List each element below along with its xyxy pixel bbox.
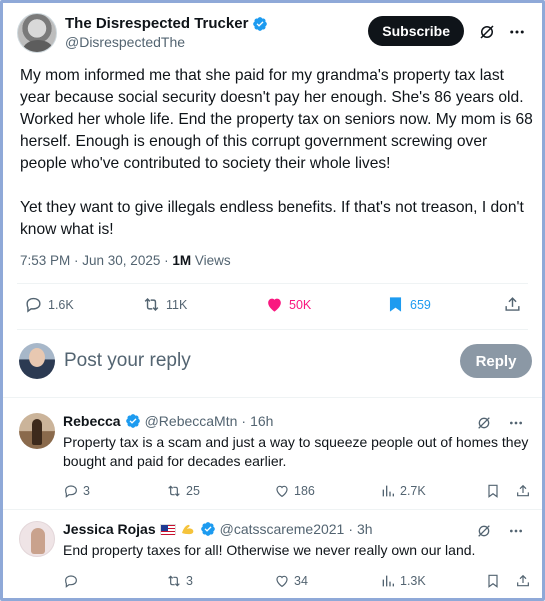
heart-icon	[276, 575, 288, 588]
reply-actions-bar: 3 34 1.3K	[63, 573, 529, 593]
divider	[3, 509, 542, 510]
author-handle[interactable]: @DisrespectedThe	[65, 34, 185, 50]
reply-icon	[65, 575, 77, 588]
subscribe-button[interactable]: Subscribe	[368, 16, 464, 46]
post-header: The Disrespected Trucker @DisrespectedTh…	[17, 13, 532, 53]
reply-actions-bar: 3 25 186 2.7K	[63, 483, 529, 503]
reply-avatar[interactable]	[19, 521, 55, 557]
bookmark-action[interactable]: 659	[386, 295, 431, 314]
share-action[interactable]	[515, 573, 531, 589]
like-action[interactable]: 34	[274, 573, 308, 589]
like-count: 34	[294, 574, 308, 588]
repost-count: 11K	[166, 297, 188, 312]
share-icon	[517, 484, 529, 497]
repost-action[interactable]: 25	[166, 483, 200, 499]
author-display-name[interactable]: The Disrespected Trucker	[65, 15, 248, 32]
reply-time[interactable]: 3h	[357, 521, 373, 537]
repost-action[interactable]: 11K	[142, 295, 187, 314]
divider	[17, 283, 528, 284]
reply-avatar[interactable]	[19, 413, 55, 449]
heart-filled-icon	[268, 298, 281, 312]
views-count: 1M	[172, 253, 192, 268]
separator-dot: ·	[241, 413, 247, 429]
like-action[interactable]: 50K	[265, 295, 311, 314]
share-action[interactable]	[503, 295, 522, 314]
analytics-icon	[382, 575, 394, 587]
reply-header: Jessica Rojas @catsscareme2021 · 3h	[63, 521, 373, 537]
grok-icon[interactable]	[476, 415, 492, 431]
reply-count: 1.6K	[48, 297, 74, 312]
reply-action[interactable]: 3	[63, 483, 90, 499]
repost-icon	[144, 297, 159, 312]
reply-author-name[interactable]: Rebecca	[63, 413, 121, 429]
bookmark-icon	[488, 484, 498, 498]
repost-icon	[168, 575, 180, 587]
divider	[17, 329, 528, 330]
like-action[interactable]: 186	[274, 483, 315, 499]
share-icon	[517, 574, 529, 587]
bookmark-icon	[488, 574, 498, 588]
bookmark-action[interactable]	[485, 483, 501, 499]
reply-action[interactable]: 1.6K	[24, 295, 74, 314]
reply-button[interactable]: Reply	[460, 344, 532, 378]
reply-time[interactable]: 16h	[250, 413, 273, 429]
views-count: 2.7K	[400, 484, 426, 498]
reply-composer: Post your reply Reply	[17, 341, 532, 381]
verified-badge-icon	[200, 522, 215, 536]
post-timestamp[interactable]: 7:53 PM · Jun 30, 2025 ·	[20, 253, 172, 268]
heart-icon	[276, 485, 288, 498]
flexed-biceps-emoji	[181, 524, 193, 535]
author-name-row: The Disrespected Trucker	[65, 15, 268, 32]
author-avatar[interactable]	[17, 13, 57, 53]
repost-action[interactable]: 3	[166, 573, 193, 589]
reply-item[interactable]: Rebecca @RebeccaMtn · 16h Property tax i…	[17, 411, 532, 505]
verified-badge-icon	[253, 16, 268, 31]
bookmark-filled-icon	[389, 297, 402, 312]
grok-icon[interactable]	[476, 523, 492, 539]
post-actions-bar: 1.6K 11K 50K 659	[20, 295, 522, 319]
reply-text: Property tax is a scam and just a way to…	[63, 434, 529, 469]
views-label: Views	[194, 253, 231, 268]
bookmark-count: 659	[410, 297, 431, 312]
reply-author-handle[interactable]: @RebeccaMtn	[145, 413, 238, 429]
repost-icon	[168, 485, 180, 497]
grok-icon[interactable]	[478, 23, 496, 41]
analytics-icon	[382, 485, 394, 497]
reply-header: Rebecca @RebeccaMtn · 16h	[63, 413, 273, 429]
like-count: 50K	[289, 297, 312, 312]
verified-badge-icon	[125, 414, 140, 428]
more-options-icon[interactable]	[508, 415, 524, 431]
views-count: 1.3K	[400, 574, 426, 588]
views-action[interactable]: 2.7K	[380, 483, 426, 499]
views-action[interactable]: 1.3K	[380, 573, 426, 589]
bookmark-action[interactable]	[485, 573, 501, 589]
more-options-icon[interactable]	[508, 523, 524, 539]
reply-author-handle[interactable]: @catsscareme2021	[220, 521, 345, 537]
divider	[3, 397, 542, 398]
reply-text: End property taxes for all! Otherwise we…	[63, 542, 476, 558]
post-text: My mom informed me that she paid for my …	[20, 67, 533, 238]
share-icon	[505, 297, 520, 311]
repost-count: 25	[186, 484, 200, 498]
reply-input[interactable]: Post your reply	[64, 350, 191, 372]
like-count: 186	[294, 484, 315, 498]
reply-author-name[interactable]: Jessica Rojas	[63, 521, 156, 537]
reply-icon	[26, 297, 41, 313]
post-frame: The Disrespected Trucker @DisrespectedTh…	[0, 0, 545, 601]
reply-item[interactable]: Jessica Rojas @catsscareme2021 · 3h End …	[17, 519, 532, 598]
reply-icon	[65, 485, 77, 498]
reply-count: 3	[83, 484, 90, 498]
post-metadata: 7:53 PM · Jun 30, 2025 · 1M Views	[20, 253, 231, 268]
current-user-avatar[interactable]	[19, 343, 55, 379]
reply-action[interactable]	[63, 573, 83, 589]
repost-count: 3	[186, 574, 193, 588]
us-flag-emoji	[159, 523, 176, 535]
share-action[interactable]	[515, 483, 531, 499]
separator-dot: ·	[348, 521, 354, 537]
more-options-icon[interactable]	[508, 23, 526, 41]
